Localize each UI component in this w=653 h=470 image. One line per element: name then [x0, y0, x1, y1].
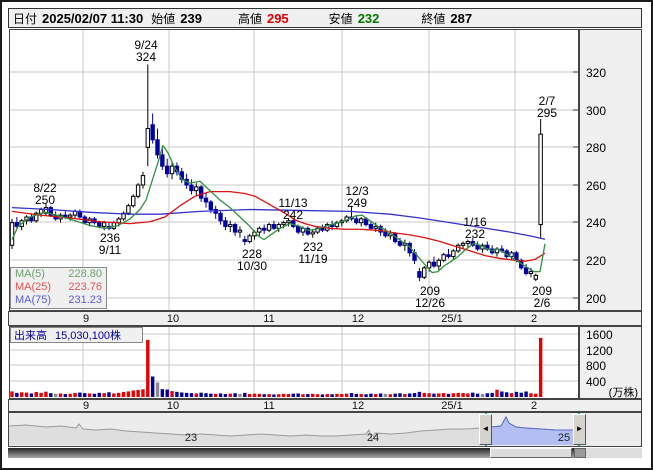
price-tick: 200 [586, 292, 607, 306]
ma5-legend-row: MA(5) 228.80 [11, 268, 106, 281]
svg-text:25: 25 [558, 432, 570, 444]
svg-text:11/13242: 11/13 242 [278, 196, 307, 222]
price-tick: 300 [586, 104, 607, 118]
ma25-value: 223.76 [68, 281, 102, 293]
svg-text:2369/11: 236 9/11 [99, 231, 122, 257]
month-label: 25/1 [441, 313, 463, 325]
svg-text:22810/30: 228 10/30 [237, 247, 267, 273]
ma25-legend-row: MA(25) 223.76 [11, 281, 106, 294]
date-label: 日付 [13, 11, 38, 26]
volume-tick: 800 [586, 359, 607, 373]
right-arrow-icon: ► [575, 424, 584, 433]
volume-tick: 1600 [586, 328, 613, 342]
navigator-sparkline[interactable]: 23 24 25 [9, 413, 587, 446]
svg-text:1/16232: 1/16 232 [463, 215, 487, 241]
price-tick: 280 [586, 141, 607, 155]
month-label: 10 [166, 400, 180, 412]
month-label: 10 [166, 313, 180, 325]
price-tick: 320 [586, 66, 607, 80]
month-axis-bottom: 9 10 11 12 25/1 2 [8, 399, 642, 412]
horizontal-scrollbar-thumb[interactable] [490, 448, 572, 458]
svg-text:20912/26: 209 12/26 [415, 284, 445, 310]
volume-tick: 400 [586, 375, 607, 389]
volume-readout: 出来高 15,030,100株 [10, 327, 143, 343]
svg-text:8/22250: 8/22 250 [33, 181, 57, 207]
open-label: 始値 [151, 11, 176, 26]
ma75-value: 231.23 [68, 294, 102, 306]
scrollbar-end-piece[interactable] [574, 448, 586, 458]
price-tick: 260 [586, 179, 607, 193]
range-navigator[interactable]: 23 24 25 [8, 412, 642, 447]
price-tick: 240 [586, 216, 607, 230]
svg-text:9/24324: 9/24 324 [134, 38, 158, 64]
svg-text:2092/6: 209 2/6 [532, 284, 552, 310]
ma5-name: MA(5) [15, 268, 45, 280]
month-label: 11 [263, 400, 275, 412]
ma5-value: 228.80 [68, 268, 102, 280]
stock-chart-window: 日付 2025/02/07 11:30 始値 239 高値 295 安値 232… [0, 0, 653, 470]
close-value: 287 [450, 10, 473, 26]
low-label: 安値 [328, 11, 353, 26]
ma-legend: MA(5) 228.80 MA(25) 223.76 MA(75) 231.23 [10, 267, 107, 309]
volume-tick: 1200 [586, 344, 613, 358]
close-label: 終値 [421, 11, 446, 26]
month-label: 9 [82, 313, 90, 325]
quote-header: 日付 2025/02/07 11:30 始値 239 高値 295 安値 232… [8, 8, 642, 28]
ma75-legend-row: MA(75) 231.23 [11, 294, 106, 307]
high-label: 高値 [237, 11, 262, 26]
svg-text:12/3249: 12/3 249 [345, 184, 369, 210]
ma75-name: MA(75) [15, 294, 52, 306]
svg-text:23211/19: 232 11/19 [298, 240, 327, 266]
scroll-left-button[interactable]: ◄ [479, 414, 492, 445]
month-label: 12 [351, 313, 365, 325]
scroll-right-button[interactable]: ► [573, 414, 586, 445]
svg-text:24: 24 [367, 432, 379, 444]
month-label: 11 [263, 313, 275, 325]
scrollbar-right-filler [586, 448, 642, 458]
high-value: 295 [266, 10, 289, 26]
price-axis: 320 300 280 260 240 220 200 [579, 29, 642, 311]
ma25-name: MA(25) [15, 281, 52, 293]
month-label: 9 [82, 400, 90, 412]
date-value: 2025/02/07 11:30 [42, 10, 144, 26]
low-value: 232 [357, 10, 380, 26]
volume-value: 15,030,100株 [55, 330, 122, 342]
svg-text:23: 23 [185, 432, 197, 444]
month-label: 25/1 [441, 400, 463, 412]
price-tick: 220 [586, 254, 607, 268]
month-label: 2 [530, 313, 538, 325]
volume-axis: (万株) 1600 1200 800 400 [579, 326, 642, 399]
volume-label: 出来高 [14, 330, 47, 342]
month-label: 12 [351, 400, 365, 412]
month-axis-top: 9 10 11 12 25/1 2 [8, 311, 642, 326]
volume-unit-label: (万株) [608, 387, 638, 399]
open-value: 239 [180, 10, 202, 26]
left-arrow-icon: ◄ [481, 424, 490, 433]
month-label: 2 [530, 400, 538, 412]
svg-text:2/7295: 2/7 295 [537, 94, 557, 120]
